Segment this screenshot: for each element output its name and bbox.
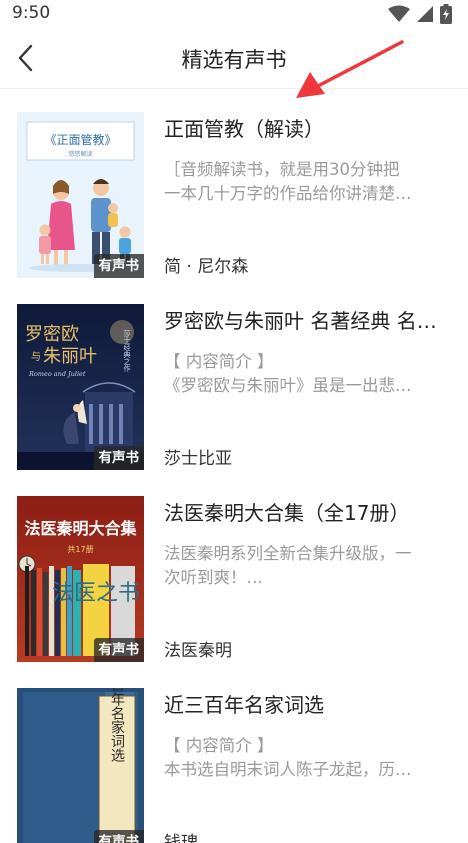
book-item[interactable]: 法医秦明大合集 共17册 法医之书 有声书 法医秦明大合集（全17册） 法医秦明… bbox=[0, 474, 468, 666]
book-description: 【 内容简介 】 本书选自明末词人陈子龙起，历… bbox=[164, 734, 446, 782]
cover-title-connector: 与 bbox=[31, 351, 41, 363]
audiobook-badge: 有声书 bbox=[93, 254, 144, 278]
book-author: 法医秦明 bbox=[164, 641, 232, 661]
cover-big-title: 法医之书 bbox=[52, 581, 140, 606]
cover-title: 罗密欧 bbox=[25, 324, 79, 345]
book-description: ［音频解读书，就是用30分钟把 一本几十万字的作品给你讲清楚… bbox=[164, 158, 446, 206]
book-description-line: 【 内容简介 】 bbox=[164, 736, 274, 755]
book-description-line: 法医秦明系列全新合集升级版，一 bbox=[164, 544, 412, 563]
book-list: 《正面管教》 悠悠解读 有声书 正面管教（解读） ［音频解读书，就是用30分钟把… bbox=[0, 90, 468, 843]
book-description: 法医秦明系列全新合集升级版，一 次听到爽！… bbox=[164, 542, 446, 590]
book-item[interactable]: 罗密欧 与 朱丽叶 Romeo and Juliet 莎士经典之作 有声书 罗密… bbox=[0, 282, 468, 474]
cover-subtitle: 共17册 bbox=[67, 545, 93, 554]
book-cover: 近三百年名家词选 有声书 bbox=[17, 688, 144, 843]
cover-title: 《正面管教》 bbox=[44, 132, 116, 147]
book-description-line: 本书选自明末词人陈子龙起，历… bbox=[164, 760, 412, 779]
book-item[interactable]: 近三百年名家词选 有声书 近三百年名家词选 【 内容简介 】 本书选自明末词人陈… bbox=[0, 666, 468, 843]
book-cover: 《正面管教》 悠悠解读 有声书 bbox=[17, 112, 144, 278]
book-author: 钱琕 bbox=[164, 833, 198, 843]
book-description-line: ［音频解读书，就是用30分钟把 bbox=[164, 160, 400, 179]
status-icons bbox=[388, 3, 452, 25]
cover-title: 法医秦明大合集 bbox=[24, 519, 137, 538]
cover-side-text: 莎士经典之作 bbox=[123, 329, 131, 373]
cover-english-title: Romeo and Juliet bbox=[28, 370, 86, 378]
book-title: 罗密欧与朱丽叶 名著经典 名… bbox=[164, 309, 437, 333]
audiobook-badge: 有声书 bbox=[93, 830, 144, 843]
audiobook-badge: 有声书 bbox=[93, 638, 144, 662]
audiobook-badge: 有声书 bbox=[93, 446, 144, 470]
signal-icon bbox=[417, 6, 433, 22]
book-description-line: 【 内容简介 】 bbox=[164, 352, 274, 371]
book-description-line: 一本几十万字的作品给你讲清楚… bbox=[164, 184, 412, 203]
book-title: 正面管教（解读） bbox=[164, 117, 324, 141]
book-title: 近三百年名家词选 bbox=[164, 693, 324, 717]
wifi-icon bbox=[388, 5, 410, 22]
battery-charging-icon bbox=[440, 4, 452, 24]
status-time: 9:50 bbox=[12, 3, 51, 23]
book-author: 莎士比亚 bbox=[164, 449, 232, 469]
cover-subtitle: 悠悠解读 bbox=[68, 150, 92, 158]
book-title: 法医秦明大合集（全17册） bbox=[164, 501, 410, 525]
book-author: 简 · 尼尔森 bbox=[164, 257, 249, 277]
cover-title: 朱丽叶 bbox=[43, 346, 97, 367]
book-cover: 法医秦明大合集 共17册 法医之书 有声书 bbox=[17, 496, 144, 662]
book-cover: 罗密欧 与 朱丽叶 Romeo and Juliet 莎士经典之作 有声书 bbox=[17, 304, 144, 470]
book-description: 【 内容简介 】 《罗密欧与朱丽叶》虽是一出悲… bbox=[164, 350, 446, 398]
book-description-line: 次听到爽！… bbox=[164, 568, 263, 587]
book-description-line: 《罗密欧与朱丽叶》虽是一出悲… bbox=[164, 376, 412, 395]
book-item[interactable]: 《正面管教》 悠悠解读 有声书 正面管教（解读） ［音频解读书，就是用30分钟把… bbox=[0, 90, 468, 282]
status-bar: 9:50 bbox=[0, 0, 468, 28]
page-title: 精选有声书 bbox=[181, 48, 287, 72]
nav-bar: 精选有声书 bbox=[0, 28, 468, 89]
cover-title: 近三百年名家词选 bbox=[109, 688, 125, 763]
